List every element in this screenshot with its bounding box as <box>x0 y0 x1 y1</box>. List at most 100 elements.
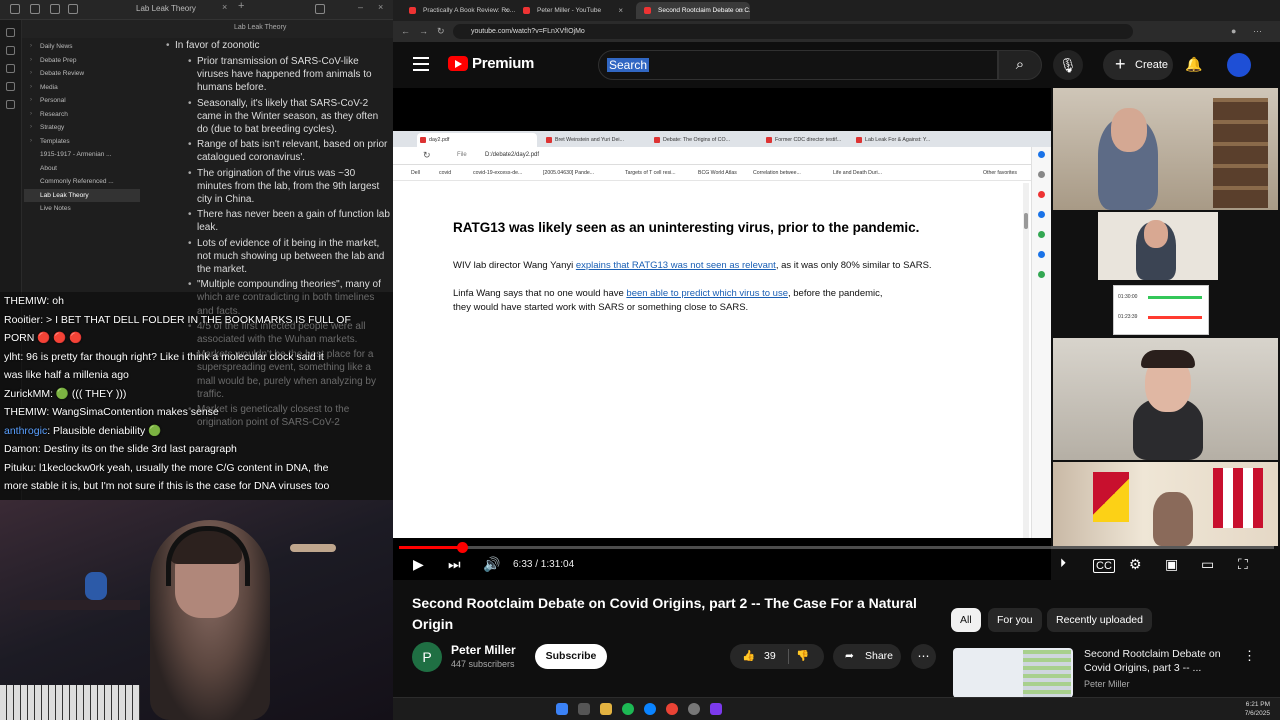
recommended-video-channel[interactable]: Peter Miller <box>1084 679 1130 689</box>
autoplay-toggle-icon[interactable]: ⏵ <box>1060 556 1066 571</box>
chat-username[interactable]: THEMIW <box>4 406 46 418</box>
obs-icon[interactable] <box>688 703 700 715</box>
filter-chip[interactable]: All <box>951 608 981 632</box>
ribbon-daily-icon[interactable] <box>6 82 15 91</box>
spotify-icon[interactable] <box>622 703 634 715</box>
file-tree-item[interactable]: Commonly Referenced ... <box>24 175 140 189</box>
channel-name[interactable]: Peter Miller <box>451 643 516 657</box>
new-tab-icon[interactable]: + <box>238 0 248 12</box>
chat-username[interactable]: Pituku <box>4 462 33 474</box>
file-tree-item[interactable]: About <box>24 162 140 176</box>
browser-menu-icon[interactable]: ⋯ <box>1253 26 1262 37</box>
ribbon-template-icon[interactable] <box>6 100 15 109</box>
search-input[interactable]: Search <box>598 50 998 80</box>
obsidian-icon[interactable] <box>710 703 722 715</box>
chevron-right-icon[interactable]: › <box>30 54 32 68</box>
theater-mode-icon[interactable]: ▭ <box>1201 556 1214 573</box>
account-avatar[interactable] <box>1227 53 1251 77</box>
recommended-more-icon[interactable]: ⋮ <box>1243 648 1256 664</box>
folder-icon[interactable] <box>30 4 40 14</box>
close-tab-icon[interactable]: × <box>739 2 744 19</box>
subscribe-button[interactable]: Subscribe <box>535 644 607 669</box>
chat-message: anthrogic: Plausible deniability 🟢 <box>0 422 393 441</box>
file-tree-item[interactable]: 1915-1917 - Armenian ... <box>24 148 140 162</box>
filter-chip[interactable]: For you <box>988 608 1042 632</box>
close-tab-icon[interactable]: × <box>618 2 623 19</box>
sidebar-toggle-icon[interactable] <box>10 4 20 14</box>
browser-tab[interactable]: Peter Miller - YouTube × <box>515 2 629 19</box>
channel-avatar[interactable]: P <box>412 642 442 672</box>
file-tree-item[interactable]: › Debate Prep <box>24 54 140 68</box>
more-actions-icon[interactable]: ⋯ <box>911 644 936 669</box>
like-count[interactable]: 39 <box>764 644 776 669</box>
settings-gear-icon[interactable]: ⚙ <box>1129 556 1142 573</box>
chat-username[interactable]: THEMIW <box>4 295 46 307</box>
chrome-icon[interactable] <box>666 703 678 715</box>
file-tree-item[interactable]: › Daily News <box>24 40 140 54</box>
youtube-logo-icon[interactable] <box>448 56 468 71</box>
chevron-right-icon[interactable]: › <box>30 108 32 122</box>
volume-icon[interactable]: 🔊 <box>483 556 500 573</box>
window-close-icon[interactable]: × <box>378 2 388 12</box>
ribbon-graph-icon[interactable] <box>6 46 15 55</box>
chat-username[interactable]: ylht <box>4 351 20 363</box>
fullscreen-icon[interactable]: ⛶ <box>1238 556 1248 573</box>
chat-username[interactable]: Damon <box>4 443 38 455</box>
url-field[interactable]: youtube.com/watch?v=FLnXVfIOjMo <box>453 24 1133 39</box>
minimize-icon[interactable]: – <box>358 2 368 12</box>
thumbs-up-icon[interactable]: 👍 <box>742 644 755 669</box>
chat-username[interactable]: anthrogic <box>4 425 47 437</box>
chat-username[interactable]: ZurickMM <box>4 388 50 400</box>
video-player[interactable]: day2.pdf Bret Weinstein and Yuri Dei... De… <box>393 88 1280 580</box>
file-tree-item[interactable]: Lab Leak Theory <box>24 188 140 202</box>
next-icon[interactable]: ⏭ <box>448 556 461 573</box>
file-tree-item[interactable]: › Research <box>24 108 140 122</box>
browser-tab[interactable]: Practically A Book Review: Ro... × <box>401 2 515 19</box>
notifications-bell-icon[interactable]: 🔔 <box>1185 56 1202 73</box>
chevron-right-icon[interactable]: › <box>30 40 32 54</box>
thumbs-down-icon[interactable]: 👎 <box>796 644 809 669</box>
forward-icon[interactable]: → <box>419 26 428 36</box>
recommended-video-thumbnail[interactable] <box>953 648 1073 698</box>
profile-icon[interactable]: ● <box>1231 26 1236 36</box>
bookmark-icon[interactable] <box>68 4 78 14</box>
close-tab-icon[interactable]: × <box>222 2 232 12</box>
play-icon[interactable]: ▶ <box>413 556 424 573</box>
captions-icon[interactable]: CC <box>1093 559 1115 573</box>
start-icon[interactable] <box>556 703 568 715</box>
ribbon-open-icon[interactable] <box>6 28 15 37</box>
file-tree-item[interactable]: › Templates <box>24 135 140 149</box>
menu-icon[interactable] <box>413 57 429 71</box>
file-explorer-icon[interactable] <box>600 703 612 715</box>
layout-icon[interactable] <box>315 4 325 14</box>
close-tab-icon[interactable]: × <box>504 2 509 19</box>
youtube-brand[interactable]: Premium <box>472 55 534 72</box>
task-view-icon[interactable] <box>578 703 590 715</box>
ribbon-canvas-icon[interactable] <box>6 64 15 73</box>
chevron-right-icon[interactable]: › <box>30 94 32 108</box>
file-tree-item[interactable]: › Debate Review <box>24 67 140 81</box>
filter-chip[interactable]: Recently uploaded <box>1047 608 1152 632</box>
note-tab-title[interactable]: Lab Leak Theory <box>234 24 286 31</box>
chevron-right-icon[interactable]: › <box>30 121 32 135</box>
search-icon[interactable] <box>50 4 60 14</box>
file-tree-item[interactable]: Live Notes <box>24 202 140 216</box>
miniplayer-icon[interactable]: ▣ <box>1165 556 1178 573</box>
chevron-right-icon[interactable]: › <box>30 135 32 149</box>
recommended-video-title[interactable]: Second Rootclaim Debate on Covid Origins… <box>1084 647 1234 675</box>
voice-search-button[interactable]: 🎙 <box>1053 50 1083 80</box>
search-button[interactable]: ⌕ <box>998 50 1042 80</box>
file-tree-item[interactable]: › Personal <box>24 94 140 108</box>
chat-username[interactable]: Rooitier <box>4 314 40 326</box>
chevron-right-icon[interactable]: › <box>30 81 32 95</box>
edge-icon[interactable] <box>644 703 656 715</box>
file-tree-item[interactable]: › Media <box>24 81 140 95</box>
back-icon[interactable]: ← <box>401 26 410 36</box>
reload-icon[interactable]: ↻ <box>437 26 445 37</box>
file-tree-item[interactable]: › Strategy <box>24 121 140 135</box>
progress-bar[interactable] <box>399 542 1274 553</box>
share-button[interactable]: Share <box>833 644 901 669</box>
chevron-right-icon[interactable]: › <box>30 67 32 81</box>
browser-tab[interactable]: Second Rootclaim Debate on C... × <box>636 2 750 19</box>
create-button[interactable]: Create <box>1103 49 1173 80</box>
